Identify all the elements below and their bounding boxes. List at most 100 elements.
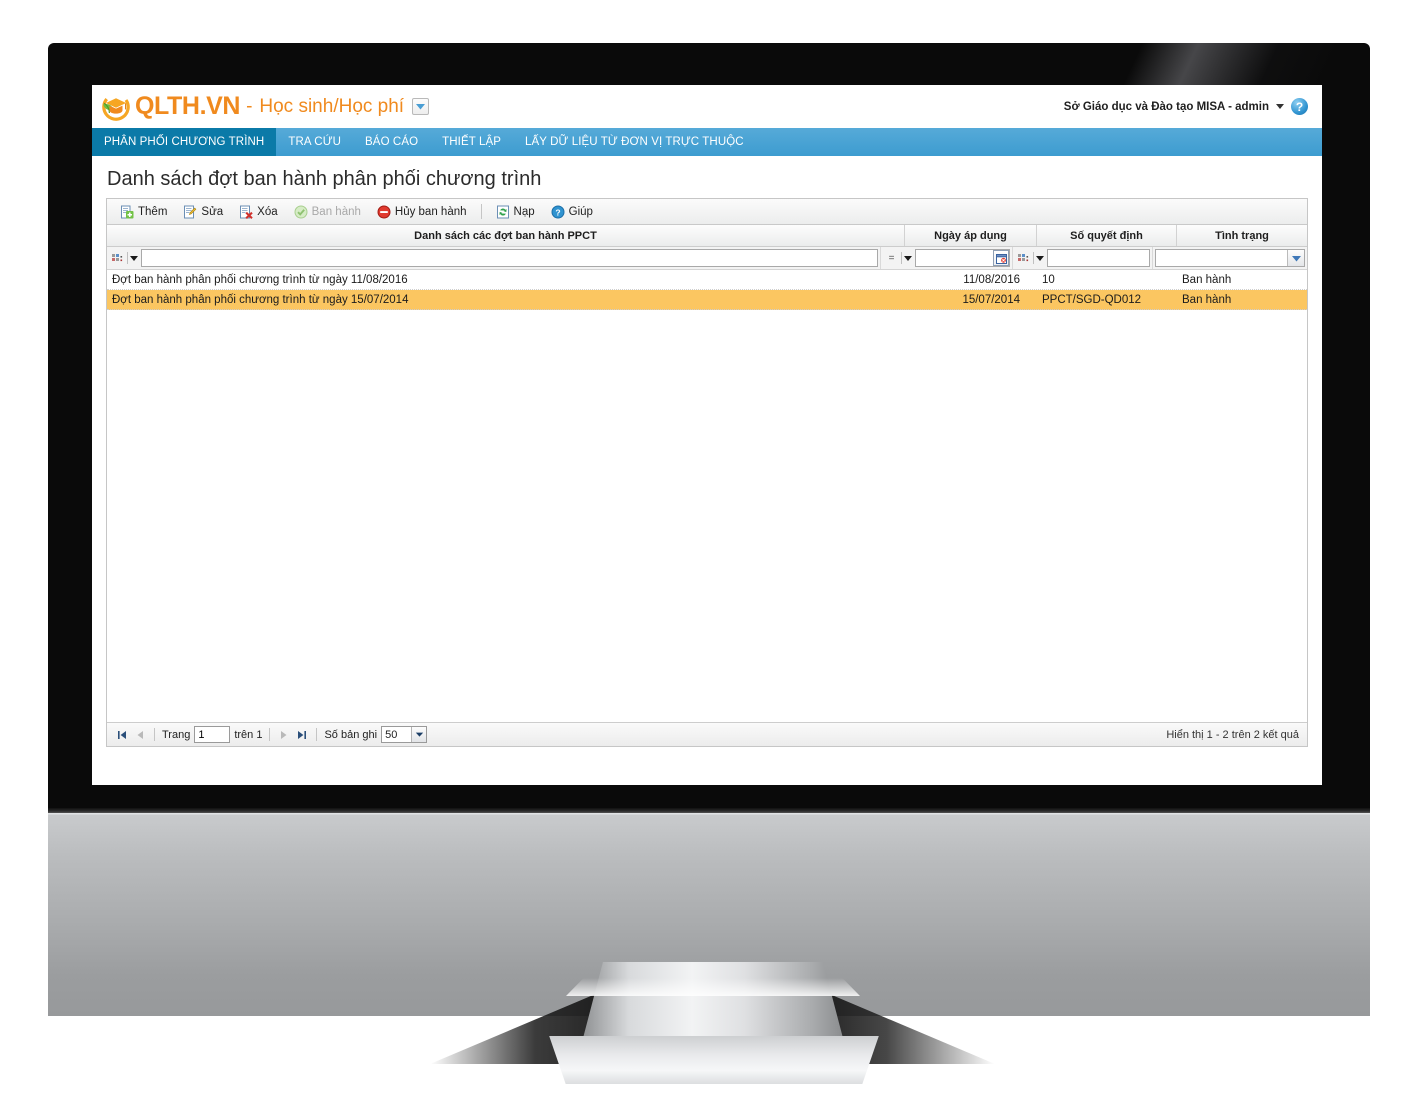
refresh-icon [496,205,510,219]
pager-page-input[interactable] [194,726,231,743]
chevron-down-icon[interactable] [130,255,138,261]
pager-page-label: Trang [162,728,191,741]
filter-cell-date: = [881,247,1013,269]
publish-button: Ban hành [287,202,368,222]
next-page-icon[interactable] [277,728,291,742]
filter-operator-decision[interactable] [1015,251,1045,265]
filter-operator-glyph [1016,251,1031,265]
cell-name: Đợt ban hành phân phối chương trình từ n… [112,293,409,306]
monitor-bezel: QLTH.VN - Học sinh/Học phí Sở Giáo dục v… [48,43,1370,808]
nav-item-phan-phoi-chuong-trinh[interactable]: PHÂN PHỐI CHƯƠNG TRÌNH [92,128,277,156]
first-page-icon[interactable] [115,728,129,742]
pager-divider [316,728,318,741]
pager-records-value: 50 [385,728,398,741]
grid-filter-row: = [107,247,1307,270]
filter-input-wrap-name [141,249,878,267]
base-panel-cutout [1008,1022,1370,1064]
reload-button-label: Nạp [513,205,535,218]
header-user-area: Sở Giáo dục và Đào tạo MISA - admin ? [1064,98,1308,115]
filter-cell-decision [1013,247,1153,269]
unpublish-button-label: Hủy ban hành [394,205,467,218]
cell-date: 15/07/2014 [962,293,1020,306]
pager-of-label: trên 1 [234,728,263,741]
filter-input-wrap-decision [1047,249,1150,267]
nav-item-bao-cao[interactable]: BÁO CÁO [353,128,430,156]
nav-item-tra-cuu[interactable]: TRA CỨU [276,128,353,156]
filter-operator-date[interactable]: = [883,251,913,265]
nav-item-lay-du-lieu[interactable]: LẤY DỮ LIỆU TỪ ĐƠN VỊ TRỰC THUỘC [513,128,756,156]
caret-down-icon[interactable] [1276,104,1284,109]
filter-input-name[interactable] [141,249,878,267]
module-name: Học sinh/Học phí [259,95,405,117]
last-page-icon[interactable] [295,728,309,742]
toolbar-divider [480,204,482,219]
add-button[interactable]: Thêm [113,202,174,222]
pager-records-select[interactable]: 50 [381,726,428,743]
table-row[interactable]: Đợt ban hành phân phối chương trình từ n… [107,290,1307,310]
check-circle-icon [294,205,308,219]
brand[interactable]: QLTH.VN - Học sinh/Học phí [100,92,430,122]
unpublish-button[interactable]: Hủy ban hành [370,202,474,222]
svg-text:?: ? [555,207,560,217]
cell-decision: 10 [1042,273,1055,286]
cell-status: Ban hành [1182,273,1232,286]
page-body: Danh sách đợt ban hành phân phối chương … [92,156,1322,747]
reload-button[interactable]: Nạp [489,202,542,222]
filter-operator-equals-glyph: = [888,252,895,264]
cell-date: 11/08/2016 [963,273,1020,286]
filter-input-wrap-date [915,249,1010,267]
filter-select-status[interactable] [1155,249,1305,267]
cell-status: Ban hành [1182,293,1232,306]
table-row[interactable]: Đợt ban hành phân phối chương trình từ n… [107,270,1307,290]
publish-button-label: Ban hành [311,205,361,218]
filter-cell-name [107,247,881,269]
filter-operator-glyph [110,251,125,265]
filter-cell-status [1153,247,1307,269]
help-button-label: Giúp [568,205,593,218]
chevron-down-icon[interactable] [1036,255,1044,261]
grid-header-row: Danh sách các đợt ban hành PPCT Ngày áp … [107,225,1307,247]
page-title: Danh sách đợt ban hành phân phối chương … [107,168,542,190]
pager-summary: Hiển thị 1 - 2 trên 2 kết quả [1166,728,1299,741]
filter-operator-name[interactable] [109,251,139,265]
prev-page-icon[interactable] [133,728,147,742]
chevron-down-icon[interactable] [1287,250,1304,266]
module-dropdown-button[interactable] [412,98,430,115]
filter-divider [901,252,902,264]
filter-input-wrap-status [1155,249,1305,267]
cell-name: Đợt ban hành phân phối chương trình từ n… [112,273,408,286]
chevron-down-icon [415,102,426,111]
brand-name: QLTH.VN [135,92,241,120]
user-label: Sở Giáo dục và Đào tạo MISA - admin [1063,100,1269,113]
grid-toolbar: Thêm Sửa Xóa Ban hành Hủy ban hành Nạp ?… [107,199,1307,225]
column-header-status[interactable]: Tình trạng [1177,225,1307,246]
graduation-cap-leaf-logo-icon [100,92,130,122]
pager-records-label: Số bản ghi [324,728,378,741]
edit-pencil-icon [183,205,197,219]
help-circle-icon: ? [551,205,565,219]
chevron-down-icon[interactable] [411,727,427,742]
cancel-circle-icon [377,205,391,219]
monitor-stand-foot [549,1036,879,1084]
app-header: QLTH.VN - Học sinh/Học phí Sở Giáo dục v… [92,85,1322,128]
help-button[interactable]: ? Giúp [544,202,600,222]
delete-button[interactable]: Xóa [232,202,284,222]
calendar-icon[interactable] [993,250,1009,266]
add-document-icon [120,205,134,219]
delete-document-icon [239,205,253,219]
monitor-stand-highlight [566,978,860,996]
column-header-date[interactable]: Ngày áp dụng [905,225,1037,246]
nav-item-thiet-lap[interactable]: THIẾT LẬP [430,128,513,156]
column-header-name[interactable]: Danh sách các đợt ban hành PPCT [107,225,905,246]
filter-divider [1033,252,1034,264]
delete-button-label: Xóa [257,205,278,218]
pager-divider [269,728,271,741]
filter-input-decision[interactable] [1047,249,1150,267]
edit-button[interactable]: Sửa [176,202,230,222]
filter-divider [127,252,128,264]
column-header-decision[interactable]: Số quyết định [1037,225,1177,246]
chevron-down-icon[interactable] [904,255,912,261]
main-nav: PHÂN PHỐI CHƯƠNG TRÌNH TRA CỨU BÁO CÁO T… [92,128,1322,156]
grid-pager: Trang trên 1 Số bản ghi 50 [107,722,1307,746]
question-mark-icon[interactable]: ? [1291,98,1308,115]
